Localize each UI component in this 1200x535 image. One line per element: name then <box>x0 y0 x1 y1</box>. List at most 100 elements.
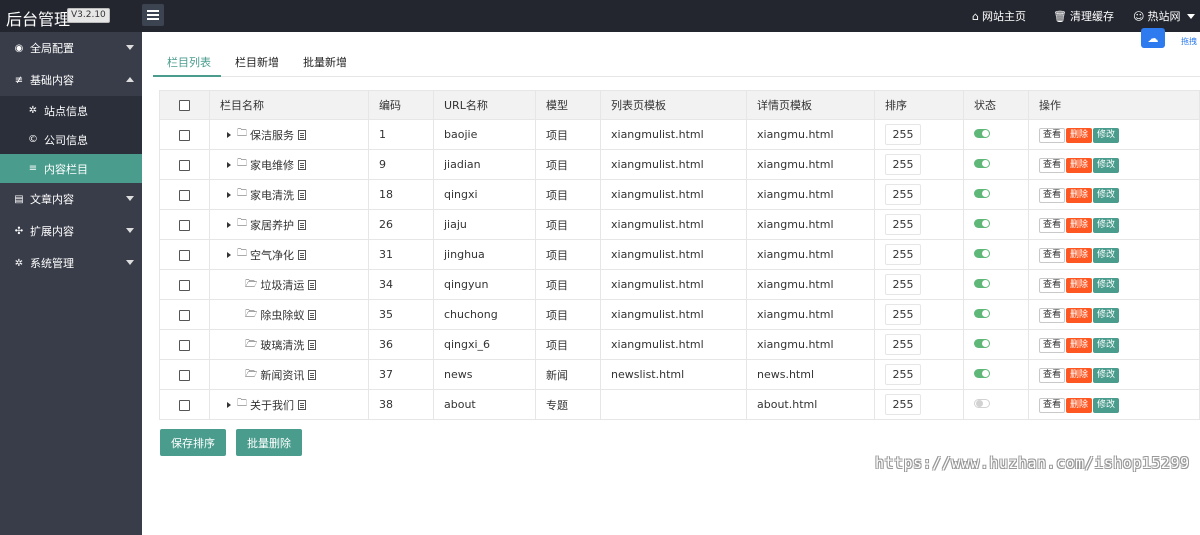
delete-button[interactable]: 删除 <box>1066 277 1093 293</box>
list-icon: ≡ <box>28 163 38 174</box>
sidebar-item-content-columns[interactable]: ≡ 内容栏目 <box>0 154 142 183</box>
delete-button[interactable]: 删除 <box>1066 127 1093 143</box>
sidebar-item-label: 站点信息 <box>44 104 88 118</box>
sort-input[interactable]: 255 <box>885 244 921 265</box>
view-button[interactable]: 查看 <box>1039 307 1066 323</box>
select-all-checkbox[interactable] <box>179 100 190 111</box>
sort-input[interactable]: 255 <box>885 184 921 205</box>
row-checkbox[interactable] <box>179 189 190 201</box>
row-checkbox[interactable] <box>179 339 190 351</box>
status-toggle[interactable] <box>974 129 990 138</box>
sidebar-item-company-info[interactable]: © 公司信息 <box>0 125 142 154</box>
edit-doc-icon[interactable] <box>308 310 317 321</box>
sort-input[interactable]: 255 <box>885 394 921 415</box>
sort-input[interactable]: 255 <box>885 304 921 325</box>
edit-button[interactable]: 修改 <box>1093 367 1120 383</box>
expand-arrow-icon[interactable] <box>227 191 231 198</box>
edit-doc-icon[interactable] <box>308 370 317 381</box>
view-button[interactable]: 查看 <box>1039 157 1066 173</box>
status-toggle[interactable] <box>974 369 990 378</box>
nav-home-link[interactable]: ⌂ 网站主页 <box>972 8 1026 24</box>
tab-column-list[interactable]: 栏目列表 <box>167 54 211 70</box>
row-checkbox[interactable] <box>179 129 190 141</box>
status-toggle[interactable] <box>974 339 990 348</box>
view-button[interactable]: 查看 <box>1039 397 1066 413</box>
status-toggle[interactable] <box>974 159 990 168</box>
batch-delete-button[interactable]: 批量删除 <box>236 429 302 456</box>
row-checkbox[interactable] <box>179 159 190 171</box>
delete-button[interactable]: 删除 <box>1066 307 1093 323</box>
edit-button[interactable]: 修改 <box>1093 277 1120 293</box>
save-sort-button[interactable]: 保存排序 <box>160 429 226 456</box>
delete-button[interactable]: 删除 <box>1066 217 1093 233</box>
expand-arrow-icon[interactable] <box>227 221 231 228</box>
edit-doc-icon[interactable] <box>298 129 306 140</box>
view-button[interactable]: 查看 <box>1039 277 1066 293</box>
status-toggle[interactable] <box>974 279 990 288</box>
edit-doc-icon[interactable] <box>298 219 306 230</box>
sort-input[interactable]: 255 <box>885 214 921 235</box>
status-toggle[interactable] <box>974 219 990 228</box>
status-toggle[interactable] <box>974 249 990 258</box>
edit-doc-icon[interactable] <box>308 340 317 351</box>
edit-button[interactable]: 修改 <box>1093 187 1120 203</box>
delete-button[interactable]: 删除 <box>1066 397 1093 413</box>
row-checkbox[interactable] <box>179 279 190 291</box>
view-button[interactable]: 查看 <box>1039 337 1066 353</box>
clear-cache-link[interactable]: 🗑 清理缓存 <box>1053 8 1114 24</box>
edit-button[interactable]: 修改 <box>1093 397 1120 413</box>
view-button[interactable]: 查看 <box>1039 247 1066 263</box>
sort-input[interactable]: 255 <box>885 364 921 385</box>
edit-button[interactable]: 修改 <box>1093 247 1120 263</box>
edit-button[interactable]: 修改 <box>1093 217 1120 233</box>
delete-button[interactable]: 删除 <box>1066 337 1093 353</box>
expand-arrow-icon[interactable] <box>227 161 231 168</box>
sidebar-item-extended-content[interactable]: ✣ 扩展内容 <box>0 215 142 247</box>
user-menu[interactable]: ☺ 热站网 <box>1133 8 1196 24</box>
view-button[interactable]: 查看 <box>1039 217 1066 233</box>
sort-input[interactable]: 255 <box>885 124 921 145</box>
view-button[interactable]: 查看 <box>1039 367 1066 383</box>
sidebar-item-global-config[interactable]: ◉ 全局配置 <box>0 32 142 64</box>
view-button[interactable]: 查看 <box>1039 127 1066 143</box>
delete-button[interactable]: 删除 <box>1066 187 1093 203</box>
expand-arrow-icon[interactable] <box>227 131 231 138</box>
view-button[interactable]: 查看 <box>1039 187 1066 203</box>
document-icon: ▤ <box>14 193 24 205</box>
edit-doc-icon[interactable] <box>298 399 306 410</box>
edit-button[interactable]: 修改 <box>1093 337 1120 353</box>
row-checkbox[interactable] <box>179 309 190 321</box>
row-checkbox[interactable] <box>179 249 190 261</box>
sidebar-item-site-info[interactable]: ✲ 站点信息 <box>0 96 142 125</box>
sidebar-item-system-management[interactable]: ✲ 系统管理 <box>0 247 142 279</box>
status-toggle[interactable] <box>974 399 990 408</box>
cloud-icon[interactable]: ☁ <box>1141 28 1165 48</box>
edit-button[interactable]: 修改 <box>1093 157 1120 173</box>
sort-input[interactable]: 255 <box>885 334 921 355</box>
edit-doc-icon[interactable] <box>298 159 306 170</box>
row-checkbox[interactable] <box>179 399 190 411</box>
sidebar-item-basic-content[interactable]: ≢ 基础内容 <box>0 64 142 96</box>
edit-doc-icon[interactable] <box>298 249 306 260</box>
sort-input[interactable]: 255 <box>885 154 921 175</box>
delete-button[interactable]: 删除 <box>1066 367 1093 383</box>
edit-button[interactable]: 修改 <box>1093 127 1120 143</box>
row-checkbox[interactable] <box>179 219 190 231</box>
sort-input[interactable]: 255 <box>885 274 921 295</box>
delete-button[interactable]: 删除 <box>1066 247 1093 263</box>
cell-model: 项目 <box>535 119 601 150</box>
expand-arrow-icon[interactable] <box>227 401 231 408</box>
menu-toggle-button[interactable] <box>142 4 164 26</box>
edit-button[interactable]: 修改 <box>1093 307 1120 323</box>
sidebar-item-article-content[interactable]: ▤ 文章内容 <box>0 183 142 215</box>
status-toggle[interactable] <box>974 189 990 198</box>
tab-batch-add[interactable]: 批量新增 <box>303 54 347 70</box>
tab-add-column[interactable]: 栏目新增 <box>235 54 279 70</box>
cell-url: baojie <box>433 119 536 150</box>
expand-arrow-icon[interactable] <box>227 251 231 258</box>
edit-doc-icon[interactable] <box>298 189 306 200</box>
status-toggle[interactable] <box>974 309 990 318</box>
edit-doc-icon[interactable] <box>308 280 317 291</box>
delete-button[interactable]: 删除 <box>1066 157 1093 173</box>
row-checkbox[interactable] <box>179 369 190 381</box>
